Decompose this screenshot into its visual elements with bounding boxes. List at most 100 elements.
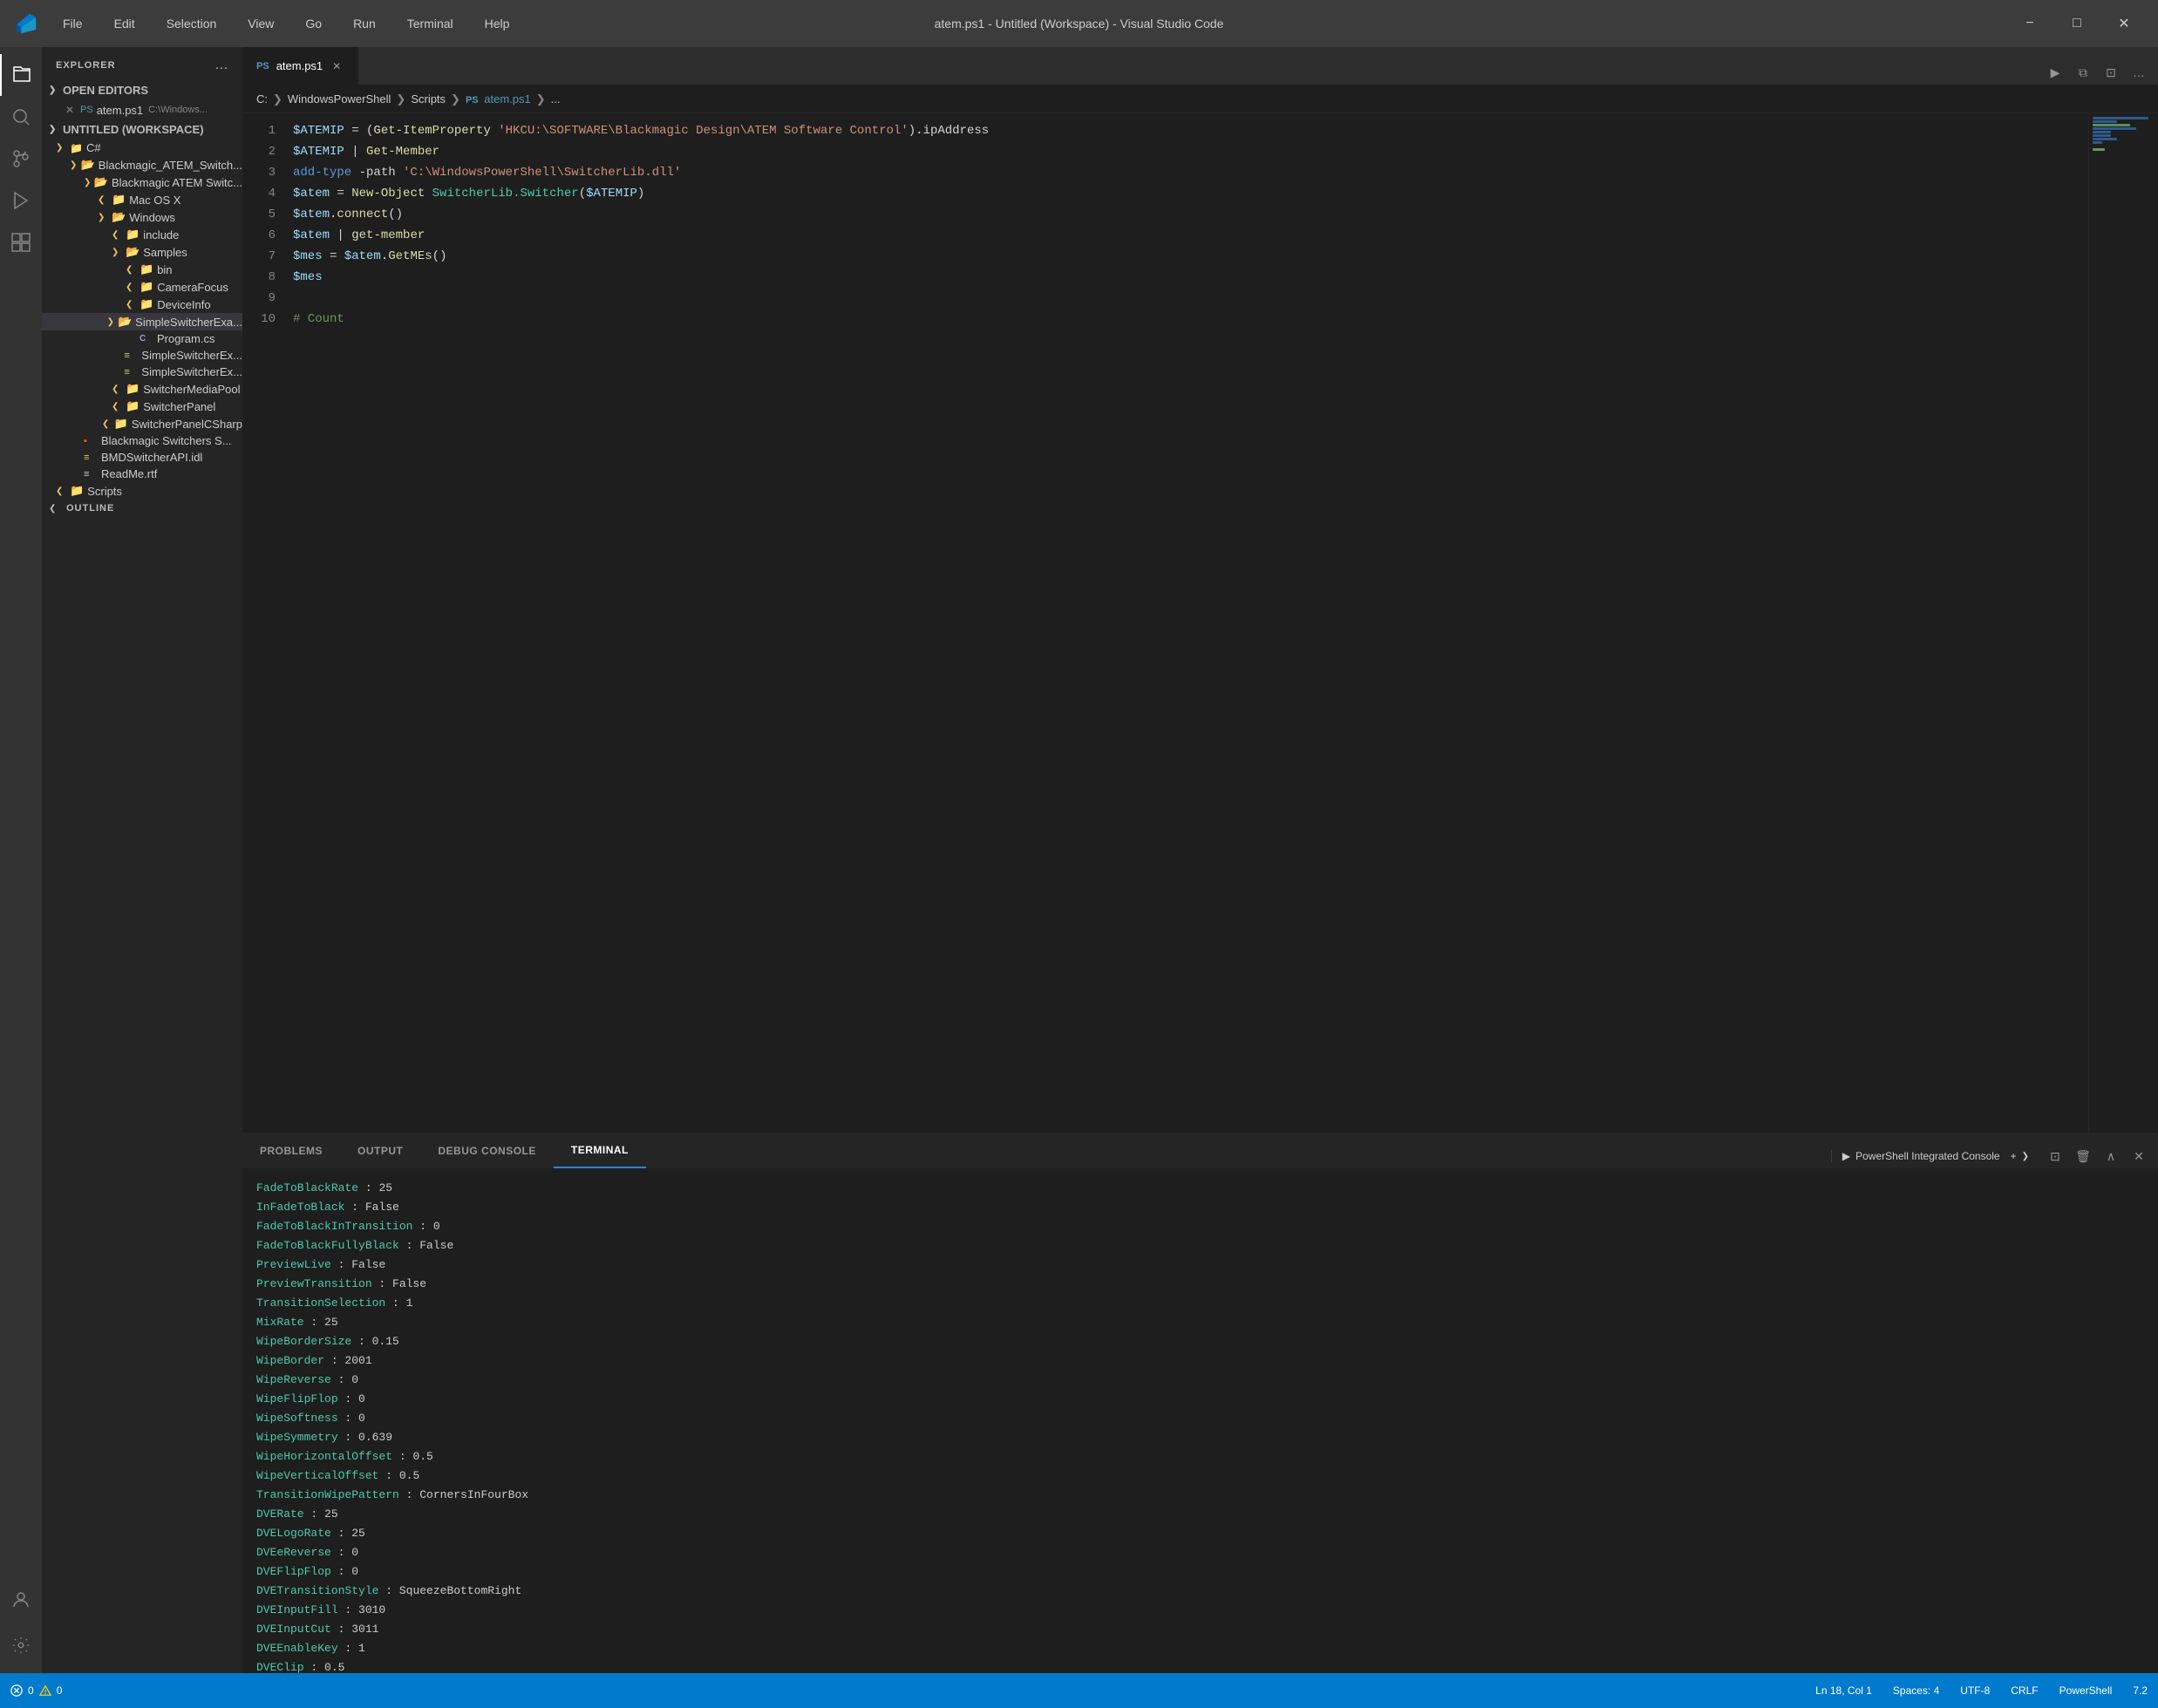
open-editors-section[interactable]: ❯ OPEN EDITORS bbox=[42, 80, 242, 100]
split-editor-button[interactable]: ⊡ bbox=[2099, 60, 2123, 85]
tab-output[interactable]: OUTPUT bbox=[340, 1133, 420, 1168]
run-activity-icon[interactable] bbox=[0, 180, 42, 221]
tree-switchermediapool[interactable]: ❮ 📁 SwitcherMediaPool bbox=[42, 380, 242, 398]
tree-macos[interactable]: ❮ 📁 Mac OS X bbox=[42, 191, 242, 208]
menu-file[interactable]: File bbox=[56, 13, 90, 34]
tab-atem-ps1[interactable]: PS atem.ps1 ✕ bbox=[242, 47, 358, 85]
tree-bin[interactable]: ❮ 📁 bin bbox=[42, 261, 242, 278]
tree-simpleswitcherex1[interactable]: ≡ SimpleSwitcherEx... bbox=[42, 347, 242, 364]
status-position-label: Ln 18, Col 1 bbox=[1815, 1684, 1872, 1697]
tree-item-label: include bbox=[143, 228, 179, 242]
explorer-activity-icon[interactable] bbox=[0, 54, 42, 96]
tree-bmd-api[interactable]: ≡ BMDSwitcherAPI.idl bbox=[42, 449, 242, 466]
tree-switcherpanel[interactable]: ❮ 📁 SwitcherPanel bbox=[42, 398, 242, 415]
tree-csharp[interactable]: ❯ 📁 C# bbox=[42, 139, 242, 156]
tree-readme[interactable]: ≡ ReadMe.rtf bbox=[42, 466, 242, 482]
status-encoding[interactable]: UTF-8 bbox=[1950, 1684, 2000, 1697]
tab-problems[interactable]: PROBLEMS bbox=[242, 1133, 340, 1168]
error-icon bbox=[10, 1684, 23, 1697]
terminal-selector-chevron[interactable]: ❯ bbox=[2022, 1152, 2029, 1161]
terminal-line-dveif: DVEInputFill : 3010 bbox=[256, 1601, 2144, 1620]
open-changes-button[interactable]: ⧉ bbox=[2071, 60, 2095, 85]
menu-view[interactable]: View bbox=[241, 13, 281, 34]
tree-bm-switchers[interactable]: ▪ Blackmagic Switchers S... bbox=[42, 432, 242, 449]
breadcrumb-part-c[interactable]: C: bbox=[256, 92, 268, 105]
tab-terminal[interactable]: TERMINAL bbox=[554, 1133, 646, 1168]
tab-close-button[interactable]: ✕ bbox=[330, 59, 344, 73]
tree-scripts[interactable]: ❮ 📁 Scripts bbox=[42, 482, 242, 500]
minimize-button[interactable]: − bbox=[2010, 10, 2050, 37]
status-language[interactable]: PowerShell bbox=[2049, 1684, 2123, 1697]
breadcrumb-part-dots[interactable]: ... bbox=[551, 92, 561, 105]
status-errors[interactable]: 0 0 bbox=[0, 1684, 72, 1697]
breadcrumb-part-winps[interactable]: WindowsPowerShell bbox=[288, 92, 391, 105]
menu-edit[interactable]: Edit bbox=[107, 13, 142, 34]
tab-debug-console[interactable]: DEBUG CONSOLE bbox=[420, 1133, 554, 1168]
close-panel-button[interactable]: ✕ bbox=[2127, 1144, 2151, 1168]
open-editor-path: C:\Windows... bbox=[148, 105, 208, 115]
status-position[interactable]: Ln 18, Col 1 bbox=[1805, 1684, 1882, 1697]
terminal-line-ftbit: FadeToBlackInTransition : 0 bbox=[256, 1217, 2144, 1236]
folder-icon: 📁 bbox=[112, 193, 126, 207]
tree-bm-switch[interactable]: ❯ 📂 Blackmagic_ATEM_Switch... bbox=[42, 156, 242, 174]
code-area[interactable]: $ATEMIP = (Get-ItemProperty 'HKCU:\SOFTW… bbox=[286, 113, 2088, 1133]
terminal-line-wb: WipeBorder : 2001 bbox=[256, 1351, 2144, 1371]
sidebar-more-button[interactable]: … bbox=[214, 58, 228, 73]
source-control-activity-icon[interactable] bbox=[0, 138, 42, 180]
folder-icon-open: 📂 bbox=[118, 315, 132, 329]
close-button[interactable]: ✕ bbox=[2104, 10, 2144, 37]
account-activity-icon[interactable] bbox=[0, 1579, 42, 1621]
terminal-line-dveff: DVEFlipFlop : 0 bbox=[256, 1562, 2144, 1582]
tree-simpleswitcher[interactable]: ❯ 📂 SimpleSwitcherExa... bbox=[42, 313, 242, 330]
tree-include[interactable]: ❮ 📁 include bbox=[42, 226, 242, 243]
menu-selection[interactable]: Selection bbox=[160, 13, 224, 34]
workspace-section[interactable]: ❯ UNTITLED (WORKSPACE) bbox=[42, 119, 242, 139]
tree-item-label: bin bbox=[157, 263, 172, 276]
tree-bm-atem[interactable]: ❯ 📂 Blackmagic ATEM Switc... bbox=[42, 174, 242, 191]
tree-chevron: ❯ bbox=[98, 213, 112, 222]
status-version[interactable]: 7.2 bbox=[2122, 1684, 2158, 1697]
tree-item-label: SimpleSwitcherEx... bbox=[141, 349, 242, 362]
tree-windows[interactable]: ❯ 📂 Windows bbox=[42, 208, 242, 226]
maximize-panel-button[interactable]: ∧ bbox=[2099, 1144, 2123, 1168]
xml-file-icon2: ≡ bbox=[124, 367, 138, 378]
kill-terminal-button[interactable]: 🗑 bbox=[2071, 1144, 2095, 1168]
menu-terminal[interactable]: Terminal bbox=[400, 13, 460, 34]
menu-run[interactable]: Run bbox=[346, 13, 383, 34]
tree-deviceinfo[interactable]: ❮ 📁 DeviceInfo bbox=[42, 296, 242, 313]
open-editor-item[interactable]: ✕ PS atem.ps1 C:\Windows... bbox=[42, 100, 242, 119]
menu-go[interactable]: Go bbox=[298, 13, 329, 34]
tree-item-label: Blackmagic Switchers S... bbox=[101, 434, 232, 447]
terminal-selector[interactable]: ▶ PowerShell Integrated Console + ❯ bbox=[1831, 1150, 2039, 1162]
tree-switcherpanelcsharp[interactable]: ❮ 📁 SwitcherPanelCSharp bbox=[42, 415, 242, 432]
extensions-activity-icon[interactable] bbox=[0, 221, 42, 263]
outline-chevron: ❮ bbox=[49, 504, 63, 514]
terminal-selector-plus[interactable]: + bbox=[2011, 1150, 2017, 1162]
tree-samples[interactable]: ❯ 📂 Samples bbox=[42, 243, 242, 261]
outline-section[interactable]: ❮ OUTLINE bbox=[42, 500, 242, 517]
tree-program-cs[interactable]: C Program.cs bbox=[42, 330, 242, 347]
run-file-button[interactable]: ▶ bbox=[2043, 60, 2067, 85]
status-eol[interactable]: CRLF bbox=[2000, 1684, 2048, 1697]
breadcrumb-part-scripts[interactable]: Scripts bbox=[411, 92, 446, 105]
line-num-1: 1 bbox=[242, 120, 276, 141]
tree-camerafocus[interactable]: ❮ 📁 CameraFocus bbox=[42, 278, 242, 296]
maximize-button[interactable]: □ bbox=[2057, 10, 2097, 37]
search-activity-icon[interactable] bbox=[0, 96, 42, 138]
code-line-9 bbox=[293, 288, 2088, 309]
split-terminal-button[interactable]: ⊡ bbox=[2043, 1144, 2067, 1168]
status-spaces[interactable]: Spaces: 4 bbox=[1882, 1684, 1950, 1697]
terminal-line-iftb: InFadeToBlack : False bbox=[256, 1198, 2144, 1217]
tree-item-label: BMDSwitcherAPI.idl bbox=[101, 451, 202, 464]
settings-activity-icon[interactable] bbox=[0, 1624, 42, 1666]
terminal-line-wr: WipeReverse : 0 bbox=[256, 1371, 2144, 1390]
tree-simpleswitcherex2[interactable]: ≡ SimpleSwitcherEx... bbox=[42, 364, 242, 380]
breadcrumb-part-file[interactable]: PS atem.ps1 bbox=[466, 92, 531, 105]
menu-help[interactable]: Help bbox=[478, 13, 517, 34]
close-editor-button[interactable]: ✕ bbox=[63, 103, 77, 117]
tree-chevron: ❯ bbox=[107, 317, 118, 327]
more-actions-button[interactable]: … bbox=[2127, 60, 2151, 85]
terminal-content[interactable]: FadeToBlackRate : 25 InFadeToBlack : Fal… bbox=[242, 1168, 2158, 1673]
folder-icon-open: 📂 bbox=[126, 245, 140, 259]
status-eol-label: CRLF bbox=[2011, 1684, 2038, 1697]
